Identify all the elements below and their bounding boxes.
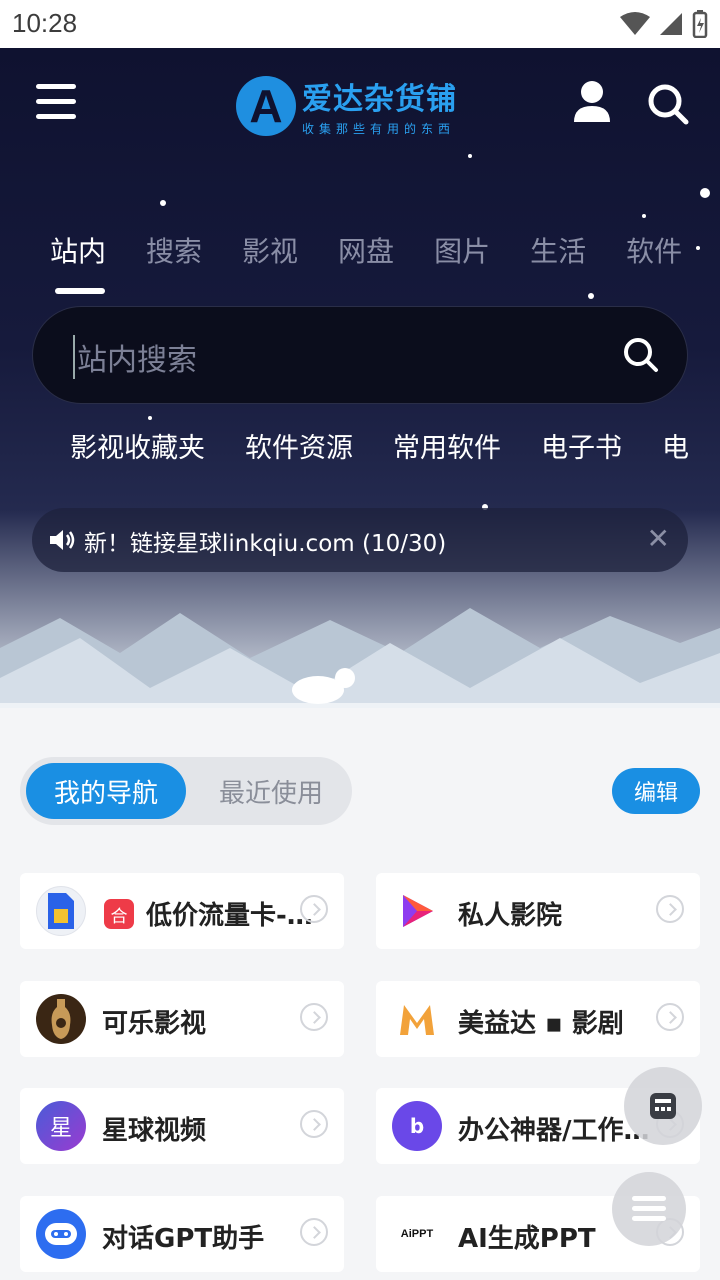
nav-card[interactable]: 星 星球视频 — [20, 1088, 344, 1164]
chevron-right-icon — [300, 1110, 328, 1138]
quick-link[interactable]: 电 — [662, 426, 689, 465]
nav-card[interactable]: 合 低价流量卡-… — [20, 873, 344, 949]
edit-button[interactable]: 编辑 — [612, 768, 700, 814]
cola-bottle-icon — [36, 994, 86, 1044]
chevron-right-icon — [656, 1003, 684, 1031]
site-name: 爱达杂货铺 — [302, 82, 457, 117]
close-icon[interactable]: ✕ — [647, 522, 670, 555]
status-icons — [620, 10, 708, 38]
mountains-illustration — [0, 608, 720, 708]
status-time: 10:28 — [12, 8, 78, 38]
menu-button[interactable] — [36, 84, 76, 120]
combo-badge: 合 — [104, 899, 134, 929]
search-icon[interactable] — [646, 82, 690, 126]
speaker-icon — [50, 530, 75, 550]
nav-card[interactable]: 私人影院 — [376, 873, 700, 949]
chat-bot-icon — [36, 1209, 86, 1259]
menu-fab[interactable] — [612, 1172, 686, 1246]
quick-link[interactable]: 影视收藏夹 — [70, 426, 205, 465]
quick-link[interactable]: 电子书 — [541, 426, 622, 465]
battery-icon — [692, 10, 708, 38]
search-submit-icon[interactable] — [623, 337, 659, 373]
nav-card[interactable]: 可乐影视 — [20, 981, 344, 1057]
card-label: 星球视频 — [102, 1116, 207, 1146]
m-logo-icon — [392, 994, 442, 1044]
card-label: 办公神器/工作… — [458, 1116, 650, 1146]
status-bar: 10:28 — [0, 0, 720, 48]
tab-life[interactable]: 生活 — [530, 230, 586, 270]
star-planet-icon: 星 — [36, 1101, 86, 1151]
sim-card-icon — [36, 886, 86, 936]
active-tab-indicator — [55, 288, 105, 294]
search-input[interactable]: 站内搜索 — [73, 335, 197, 379]
play-logo-icon — [392, 886, 442, 936]
signal-icon — [660, 13, 682, 35]
calculator-fab[interactable] — [624, 1067, 702, 1145]
wifi-icon — [620, 12, 650, 35]
card-label: 美益达 ▪ 影剧 — [458, 1009, 624, 1039]
chevron-right-icon — [300, 895, 328, 923]
logo-mark: A — [236, 75, 296, 136]
chevron-right-icon — [300, 1003, 328, 1031]
card-label: 对话GPT助手 — [102, 1224, 265, 1254]
nav-card[interactable]: 对话GPT助手 — [20, 1196, 344, 1272]
calculator-icon — [650, 1093, 676, 1119]
tab-site[interactable]: 站内 — [50, 230, 106, 270]
nav-toggle: 我的导航 最近使用 — [20, 757, 352, 825]
notice-bar[interactable]: 新！链接星球linkqiu.com (10/30) ✕ — [32, 508, 688, 572]
site-logo[interactable]: A 爱达杂货铺 收集那些有用的东西 — [236, 74, 457, 137]
tab-images[interactable]: 图片 — [434, 230, 490, 270]
quick-links: 影视收藏夹 软件资源 常用软件 电子书 电 — [70, 426, 720, 465]
card-label: AI生成PPT — [458, 1224, 596, 1254]
user-icon[interactable] — [572, 80, 612, 124]
search-bar[interactable]: 站内搜索 — [32, 306, 688, 404]
tab-video[interactable]: 影视 — [242, 230, 298, 270]
hamburger-icon — [632, 1196, 666, 1221]
card-label: 低价流量卡-… — [146, 901, 313, 931]
tab-my-nav[interactable]: 我的导航 — [26, 763, 186, 819]
notice-text: 新！链接星球linkqiu.com (10/30) — [84, 531, 447, 557]
book-icon: b — [392, 1101, 442, 1151]
quick-link[interactable]: 常用软件 — [393, 426, 501, 465]
tab-software[interactable]: 软件 — [626, 230, 682, 270]
tab-netdisk[interactable]: 网盘 — [338, 230, 394, 270]
chevron-right-icon — [656, 895, 684, 923]
chevron-right-icon — [300, 1218, 328, 1246]
card-label: 私人影院 — [458, 901, 563, 931]
tab-search[interactable]: 搜索 — [146, 230, 202, 270]
card-label: 可乐影视 — [102, 1009, 207, 1039]
nav-card[interactable]: 美益达 ▪ 影剧 — [376, 981, 700, 1057]
tab-recent[interactable]: 最近使用 — [206, 763, 336, 819]
category-tabs: 站内 搜索 影视 网盘 图片 生活 软件 — [50, 230, 720, 300]
quick-link[interactable]: 软件资源 — [245, 426, 353, 465]
aippt-icon: AiPPT — [392, 1209, 442, 1259]
site-tagline: 收集那些有用的东西 — [302, 122, 456, 136]
